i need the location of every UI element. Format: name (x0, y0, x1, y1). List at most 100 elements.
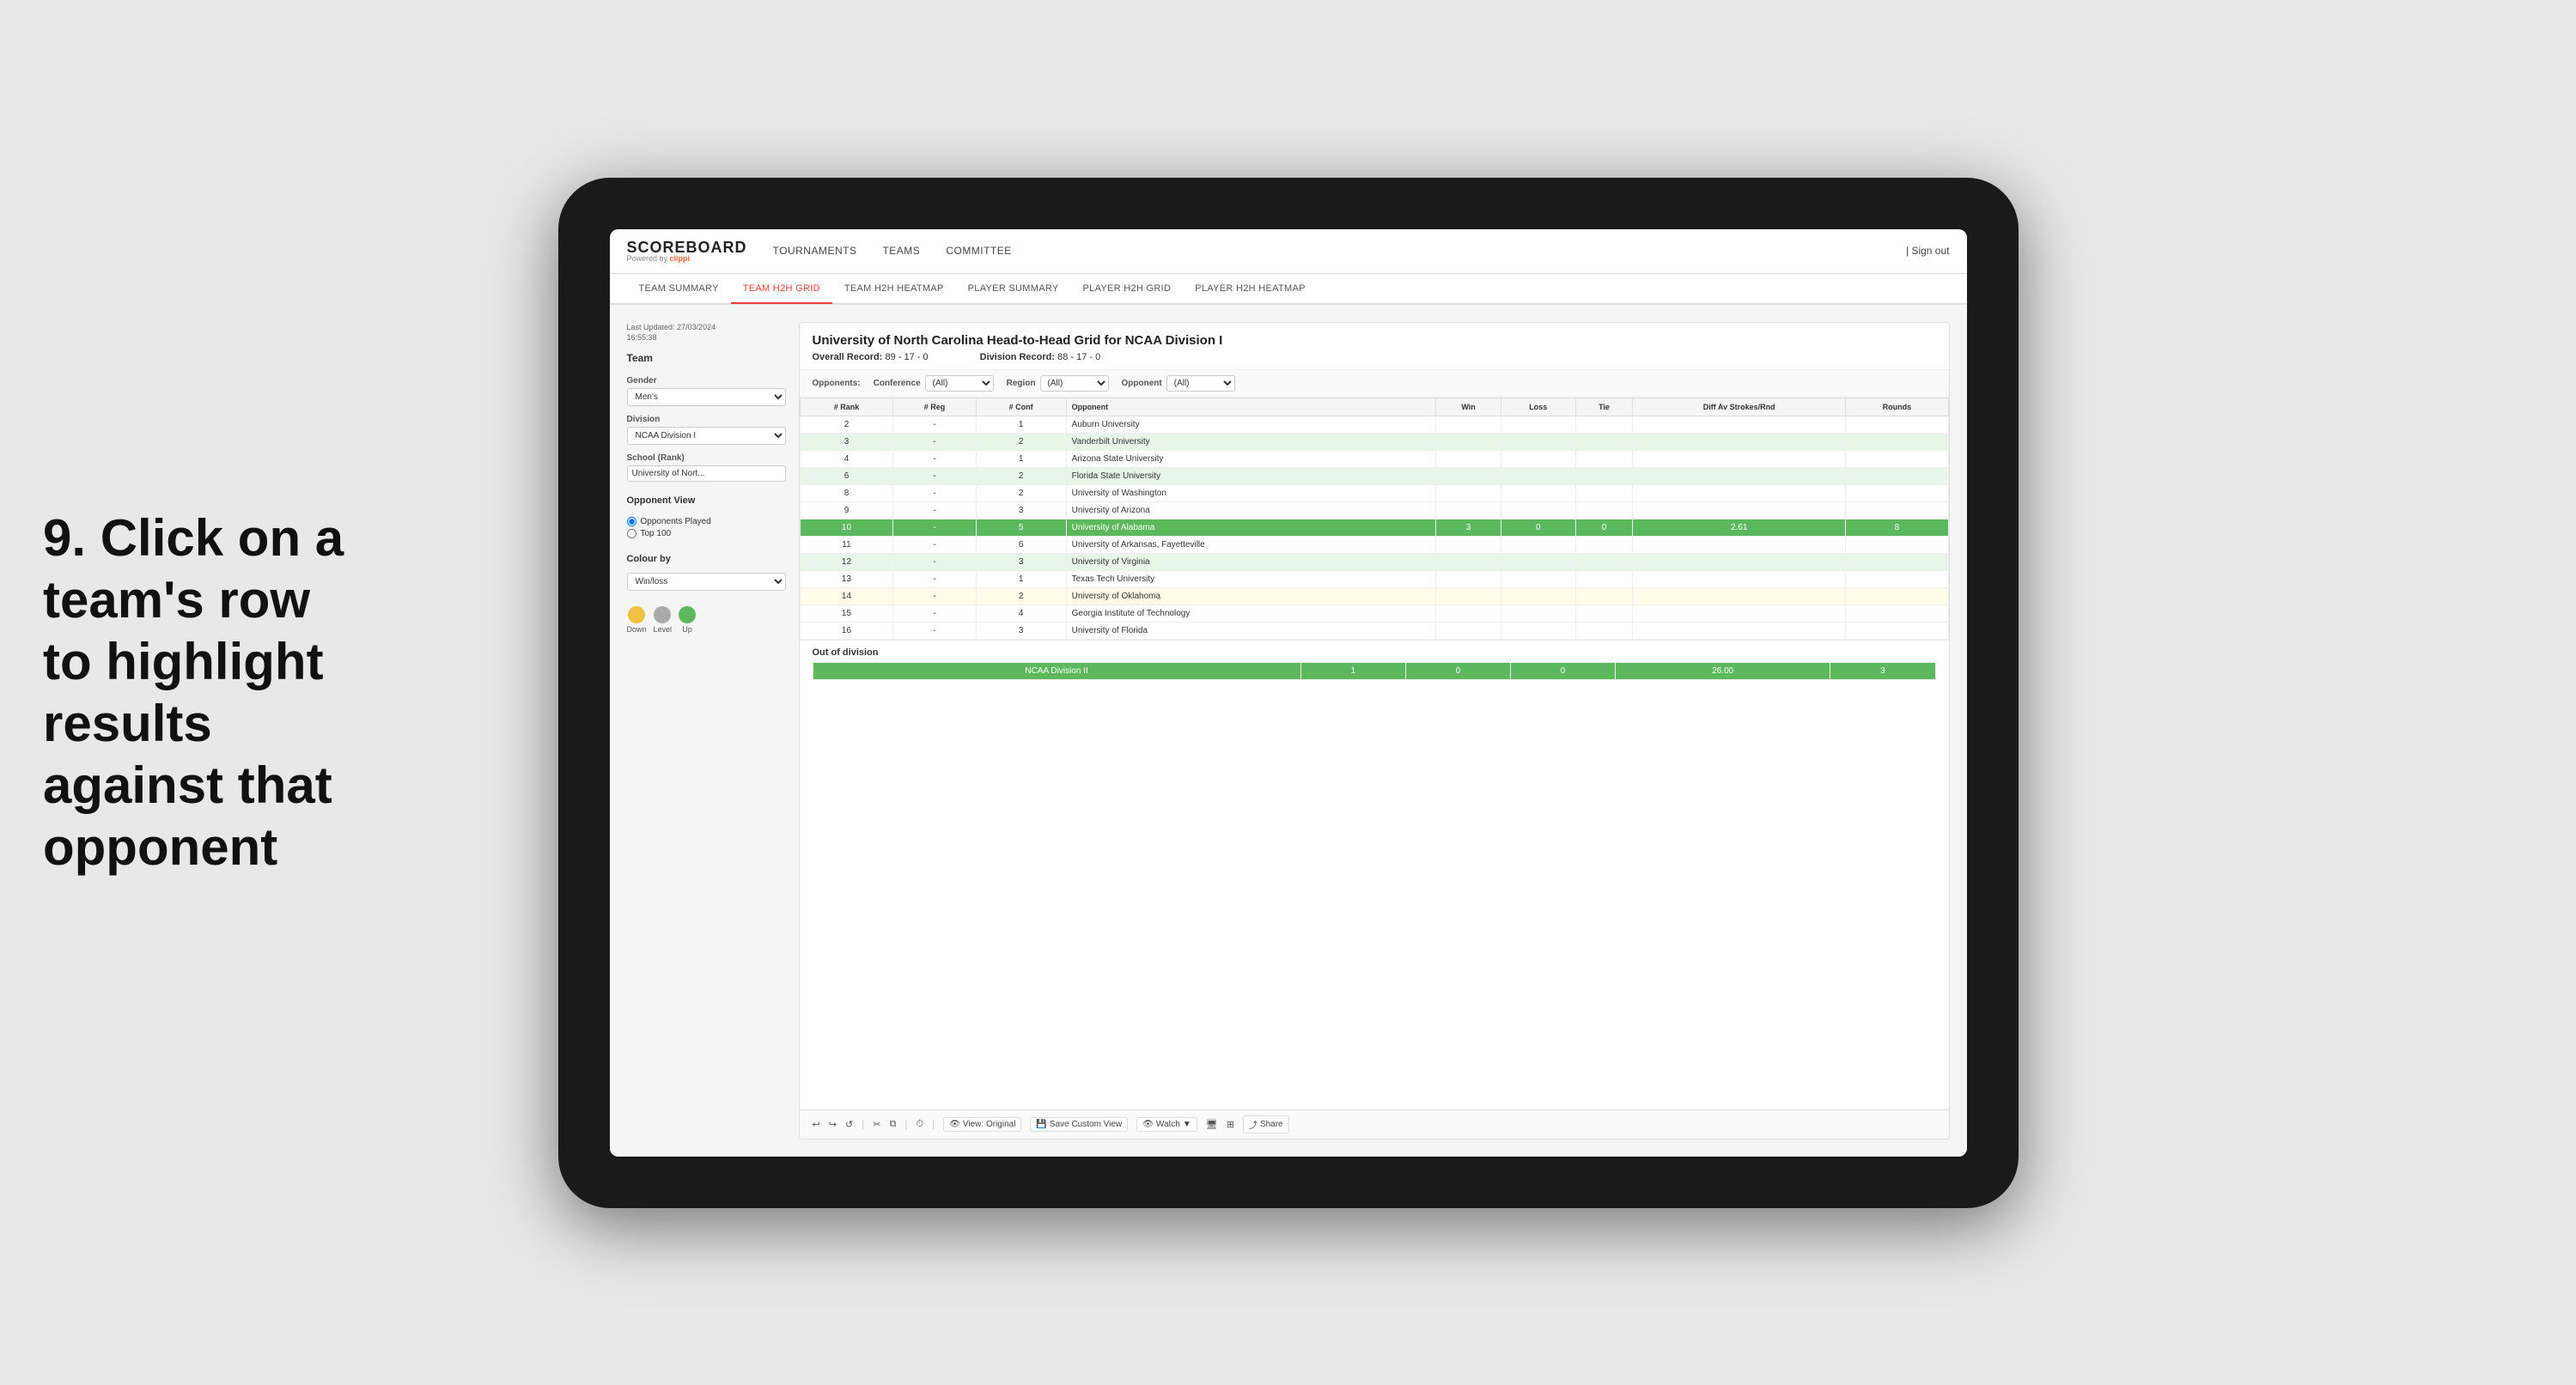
annotation-text: 9. Click on a team's row to highlight re… (43, 507, 369, 878)
table-row[interactable]: 2 - 1 Auburn University (800, 416, 1948, 433)
cell-rank: 13 (800, 570, 893, 587)
clock-icon[interactable]: ⏱ (916, 1119, 923, 1130)
tab-player-h2h-grid[interactable]: PLAYER H2H GRID (1071, 275, 1184, 304)
region-select[interactable]: (All) (1040, 375, 1109, 392)
view-original-btn[interactable]: 👁 View: Original (943, 1117, 1021, 1132)
opponent-select[interactable]: (All) (1166, 375, 1235, 392)
nav-committee[interactable]: COMMITTEE (946, 241, 1012, 260)
table-row[interactable]: 4 - 1 Arizona State University (800, 450, 1948, 467)
table-row[interactable]: 9 - 3 University of Arizona (800, 501, 1948, 519)
nav-tournaments[interactable]: TOURNAMENTS (773, 241, 857, 260)
cell-tie (1575, 622, 1632, 639)
cell-tie (1575, 536, 1632, 553)
cell-win (1436, 467, 1501, 484)
tab-team-h2h-heatmap[interactable]: TEAM H2H HEATMAP (832, 275, 956, 304)
cell-diff (1633, 467, 1846, 484)
cell-reg: - (893, 570, 976, 587)
left-panel: Last Updated: 27/03/2024 16:55:38 Team G… (627, 322, 786, 1139)
out-of-division-row[interactable]: NCAA Division II 1 0 0 26.00 3 (813, 662, 1935, 679)
cell-diff (1633, 484, 1846, 501)
cell-reg: - (893, 416, 976, 433)
screen-icon[interactable]: 🖥 (1206, 1119, 1218, 1130)
watch-icon: 👁 (1142, 1120, 1154, 1129)
copy-icon[interactable]: ⧉ (890, 1119, 897, 1130)
out-of-division-tie: 0 (1510, 662, 1615, 679)
cell-win (1436, 587, 1501, 604)
cell-rank: 3 (800, 433, 893, 450)
table-row[interactable]: 15 - 4 Georgia Institute of Technology (800, 604, 1948, 622)
cell-rounds (1846, 553, 1948, 570)
cell-tie (1575, 433, 1632, 450)
tab-team-h2h-grid[interactable]: TEAM H2H GRID (731, 275, 832, 304)
cell-win (1436, 570, 1501, 587)
cell-opponent: Florida State University (1066, 467, 1436, 484)
top-100-radio[interactable] (627, 529, 636, 538)
cell-rounds (1846, 467, 1948, 484)
watch-btn[interactable]: 👁 Watch ▼ (1136, 1117, 1197, 1132)
save-custom-btn[interactable]: 💾 Save Custom View (1030, 1117, 1128, 1132)
division-select[interactable]: NCAA Division I (627, 427, 786, 445)
cell-rank: 12 (800, 553, 893, 570)
opponents-played-radio[interactable] (627, 517, 636, 526)
opponents-played-option[interactable]: Opponents Played (627, 517, 786, 526)
cell-tie (1575, 501, 1632, 519)
top-100-option[interactable]: Top 100 (627, 529, 786, 538)
table-row[interactable]: 13 - 1 Texas Tech University (800, 570, 1948, 587)
cell-reg: - (893, 467, 976, 484)
cell-opponent: Auburn University (1066, 416, 1436, 433)
cut-icon[interactable]: ✂ (873, 1119, 880, 1130)
out-of-division-table: NCAA Division II 1 0 0 26.00 3 (813, 662, 1936, 680)
cell-diff (1633, 536, 1846, 553)
cell-rounds (1846, 450, 1948, 467)
last-updated: Last Updated: 27/03/2024 16:55:38 (627, 322, 786, 343)
cell-rank: 15 (800, 604, 893, 622)
cell-rank: 8 (800, 484, 893, 501)
cell-opponent: University of Arizona (1066, 501, 1436, 519)
logo-brand: clippi (670, 254, 691, 263)
undo-icon[interactable]: ↩ (813, 1119, 820, 1130)
main-content: Last Updated: 27/03/2024 16:55:38 Team G… (610, 305, 1967, 1157)
table-row[interactable]: 14 - 2 University of Oklahoma (800, 587, 1948, 604)
nav-bar: SCOREBOARD Powered by clippi TOURNAMENTS… (610, 229, 1967, 274)
cell-reg: - (893, 484, 976, 501)
th-rounds: Rounds (1846, 398, 1948, 416)
cell-diff (1633, 622, 1846, 639)
opponent-label: Opponent (1122, 379, 1162, 388)
cell-loss (1501, 587, 1575, 604)
nav-teams[interactable]: TEAMS (882, 241, 920, 260)
th-opponent: Opponent (1066, 398, 1436, 416)
table-row[interactable]: 10 - 5 University of Alabama 3 0 0 2.61 … (800, 519, 1948, 536)
reset-icon[interactable]: ↺ (845, 1119, 853, 1130)
redo-icon[interactable]: ↪ (829, 1119, 837, 1130)
cell-diff (1633, 433, 1846, 450)
table-row[interactable]: 3 - 2 Vanderbilt University (800, 433, 1948, 450)
gender-label: Gender (627, 376, 786, 386)
colour-by-select[interactable]: Win/loss (627, 573, 786, 591)
table-row[interactable]: 16 - 3 University of Florida (800, 622, 1948, 639)
tab-player-summary[interactable]: PLAYER SUMMARY (956, 275, 1071, 304)
table-row[interactable]: 12 - 3 University of Virginia (800, 553, 1948, 570)
gender-select[interactable]: Men's (627, 388, 786, 406)
h2h-table: # Rank # Reg # Conf Opponent Win Loss Ti… (800, 398, 1949, 640)
share-btn[interactable]: ⤴ Share (1243, 1115, 1289, 1133)
legend-up: Up (679, 606, 696, 634)
cell-conf: 3 (976, 622, 1066, 639)
cell-win (1436, 484, 1501, 501)
school-rank-input[interactable] (627, 465, 786, 482)
region-filter: Region (All) (1007, 375, 1109, 392)
tab-team-summary[interactable]: TEAM SUMMARY (627, 275, 731, 304)
grid-icon[interactable]: ⊞ (1227, 1119, 1234, 1130)
sign-out-link[interactable]: Sign out (1911, 245, 1949, 257)
out-of-division-label: Out of division (813, 647, 1936, 658)
cell-conf: 1 (976, 416, 1066, 433)
sub-nav: TEAM SUMMARY TEAM H2H GRID TEAM H2H HEAT… (610, 274, 1967, 305)
table-row[interactable]: 8 - 2 University of Washington (800, 484, 1948, 501)
conference-select[interactable]: (All) (925, 375, 994, 392)
table-row[interactable]: 11 - 6 University of Arkansas, Fayettevi… (800, 536, 1948, 553)
cell-rank: 6 (800, 467, 893, 484)
table-row[interactable]: 6 - 2 Florida State University (800, 467, 1948, 484)
cell-tie (1575, 416, 1632, 433)
tab-player-h2h-heatmap[interactable]: PLAYER H2H HEATMAP (1183, 275, 1317, 304)
cell-conf: 6 (976, 536, 1066, 553)
cell-loss (1501, 536, 1575, 553)
